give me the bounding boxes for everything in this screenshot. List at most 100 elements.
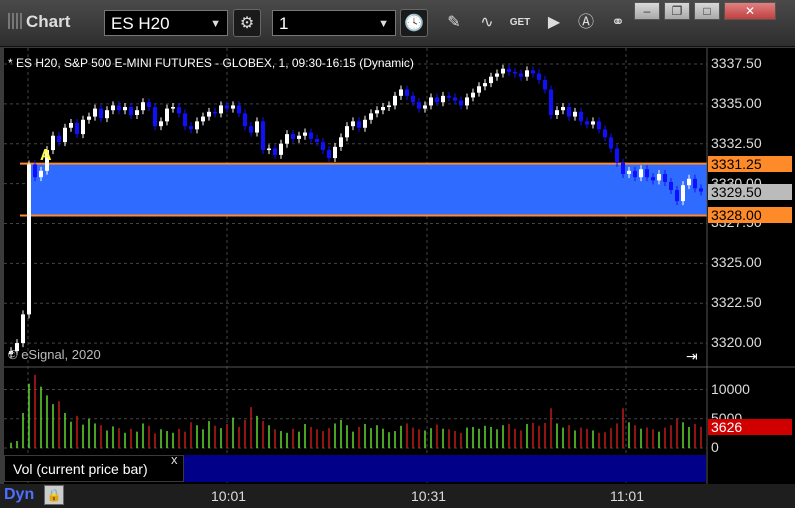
- candle-body: [579, 111, 583, 122]
- candle-body: [585, 121, 589, 125]
- candle-body: [297, 135, 301, 139]
- volume-tick-label: 10000: [711, 380, 750, 397]
- close-panel-icon[interactable]: x: [171, 452, 178, 467]
- candle-body: [147, 102, 151, 108]
- candle-body: [555, 110, 559, 115]
- candle-body: [573, 111, 577, 117]
- price-tick-label: 3332.50: [711, 134, 762, 151]
- candle-body: [423, 105, 427, 109]
- candle-body: [483, 83, 487, 87]
- annotation-a: A: [40, 147, 52, 164]
- candle-body: [219, 105, 223, 114]
- candle-body: [51, 135, 55, 151]
- candle-body: [207, 111, 211, 117]
- candle-body: [189, 126, 193, 130]
- lock-icon[interactable]: 🔒: [44, 485, 64, 505]
- candle-body: [513, 71, 517, 74]
- candle-body: [543, 79, 547, 90]
- candle-body: [441, 95, 445, 103]
- time-tick-label: 10:31: [411, 488, 447, 504]
- candle-body: [273, 148, 277, 155]
- candle-body: [663, 174, 667, 182]
- candle-body: [93, 108, 97, 117]
- candle-body: [111, 105, 115, 111]
- candle-body: [495, 73, 499, 77]
- candle-body: [405, 89, 409, 96]
- grid: [4, 48, 707, 484]
- candle-body: [177, 107, 181, 114]
- candle-body: [261, 121, 265, 151]
- dynamic-mode[interactable]: Dyn: [4, 486, 34, 504]
- price-tick-label: 3335.00: [711, 94, 762, 111]
- candle-body: [471, 92, 475, 98]
- candle-body: [675, 189, 679, 202]
- candle-body: [651, 177, 655, 181]
- candle-body: [171, 107, 175, 109]
- candle-body: [243, 113, 247, 127]
- candle-body: [603, 129, 607, 138]
- candle-body: [501, 68, 505, 74]
- price-tick-label: 3322.50: [711, 294, 762, 311]
- candle-body: [621, 162, 625, 175]
- candle-body: [549, 89, 553, 115]
- candle-body: [69, 122, 73, 128]
- candle-body: [615, 148, 619, 163]
- candle-body: [525, 70, 529, 77]
- candle-body: [159, 121, 163, 127]
- candle-body: [99, 108, 103, 119]
- candle-body: [345, 126, 349, 138]
- candle-body: [531, 70, 535, 74]
- candle-body: [39, 170, 43, 178]
- candle-body: [129, 107, 133, 115]
- candle-body: [507, 68, 511, 72]
- candle-body: [597, 121, 601, 130]
- candle-body: [321, 142, 325, 151]
- candle-body: [399, 89, 403, 96]
- candle-body: [237, 105, 241, 114]
- candle-body: [195, 121, 199, 130]
- candle-body: [363, 119, 367, 128]
- candle-body: [681, 185, 685, 202]
- zone-bottom-marker: 3328.00: [708, 207, 792, 224]
- price-tick-label: 3325.00: [711, 254, 762, 271]
- candle-body: [249, 126, 253, 133]
- candle-body: [327, 150, 331, 159]
- candle-body: [387, 105, 391, 108]
- candle-body: [201, 116, 205, 122]
- candle-body: [105, 110, 109, 119]
- candle-body: [459, 100, 463, 106]
- price-zone: [28, 163, 707, 216]
- price-tick-label: 3337.50: [711, 54, 762, 71]
- candle-body: [537, 73, 541, 80]
- candle-body: [75, 122, 79, 135]
- candle-body: [687, 178, 691, 186]
- candle-body: [447, 95, 451, 98]
- candle-body: [489, 76, 493, 84]
- candle-body: [123, 107, 127, 111]
- volume-bars: [10, 374, 702, 448]
- volume-tick-label: 0: [711, 439, 719, 455]
- candle-body: [477, 86, 481, 93]
- candle-body: [591, 121, 595, 125]
- candle-body: [669, 181, 673, 190]
- candle-body: [627, 170, 631, 175]
- candle-body: [153, 107, 157, 127]
- candle-body: [285, 134, 289, 144]
- candle-body: [267, 148, 271, 151]
- chart-header: * ES H20, S&P 500 E-MINI FUTURES - GLOBE…: [8, 56, 414, 70]
- candle-body: [567, 107, 571, 117]
- scroll-to-end-icon[interactable]: ⇥: [686, 349, 698, 365]
- chart-svg[interactable]: A ⇥: [0, 0, 795, 508]
- candle-body: [333, 146, 337, 159]
- candle-body: [141, 102, 145, 111]
- volume-panel-label: Vol (current price bar): [4, 455, 184, 482]
- candle-body: [21, 314, 25, 344]
- candle-body: [561, 107, 565, 111]
- price-tick-label: 3320.00: [711, 334, 762, 351]
- candle-body: [411, 95, 415, 103]
- last-price-marker: 3329.50: [708, 183, 792, 200]
- candle-body: [645, 169, 649, 178]
- candle-body: [165, 108, 169, 122]
- candle-body: [135, 110, 139, 115]
- candle-body: [357, 121, 361, 128]
